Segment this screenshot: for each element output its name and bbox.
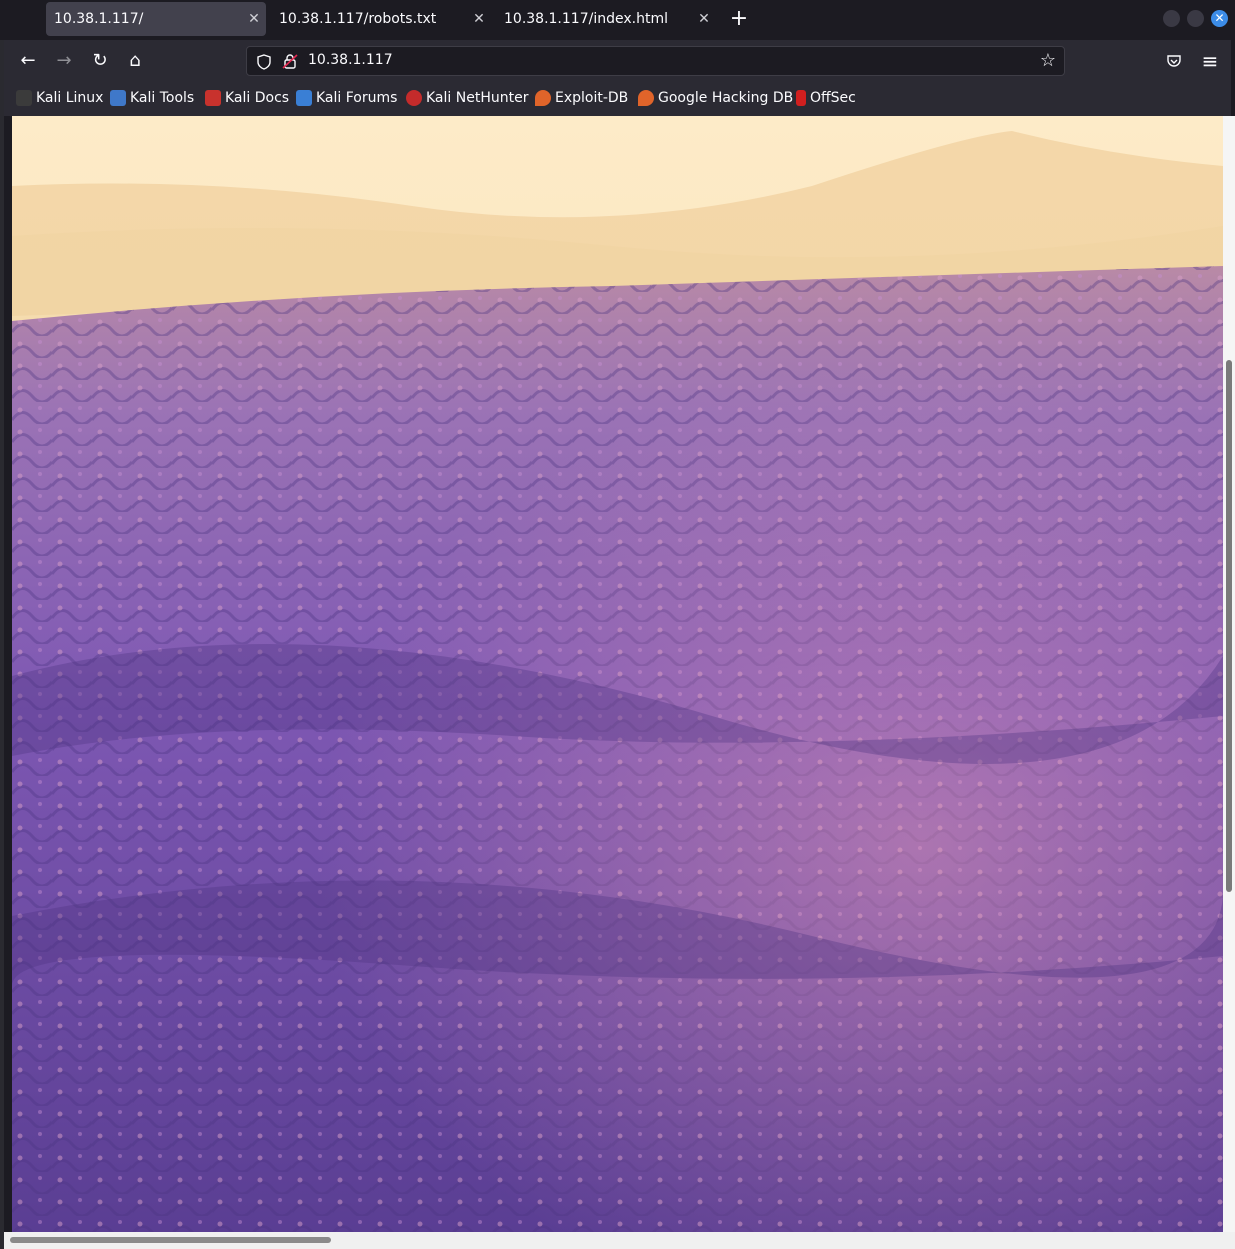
forward-arrow-icon[interactable]: → (53, 50, 75, 72)
window-close-button[interactable]: ✕ (1211, 10, 1228, 27)
bookmark-star-icon[interactable]: ☆ (1040, 50, 1056, 71)
bookmark-offsec[interactable]: OffSec (796, 90, 856, 106)
home-icon[interactable]: ⌂ (124, 50, 146, 72)
bookmark-label: Kali Linux (36, 90, 104, 106)
bookmark-label: Kali Docs (225, 90, 290, 106)
tab-title: 10.38.1.117/ (54, 11, 144, 27)
bookmark-label: OffSec (810, 90, 856, 106)
minimize-button[interactable] (1163, 10, 1180, 27)
bookmark-kali-forums[interactable]: Kali Forums (296, 90, 397, 106)
tab-2[interactable]: 10.38.1.117/robots.txt ✕ (271, 2, 491, 36)
back-arrow-icon[interactable]: ← (17, 50, 39, 72)
kali-nethunter-icon (406, 90, 422, 106)
offsec-icon (796, 90, 806, 106)
kali-dragon-icon (16, 90, 32, 106)
exploit-db-icon (535, 90, 551, 106)
bookmarks-toolbar: Kali Linux Kali Tools Kali Docs Kali For… (4, 82, 1231, 116)
horizontal-scroll-thumb[interactable] (10, 1237, 331, 1243)
pocket-icon[interactable] (1166, 53, 1182, 69)
tab-3[interactable]: 10.38.1.117/index.html ✕ (496, 2, 716, 36)
url-text: 10.38.1.117 (308, 52, 393, 68)
tab-title: 10.38.1.117/robots.txt (279, 11, 437, 27)
bookmark-exploit-db[interactable]: Exploit-DB (535, 90, 628, 106)
lavender-field-image (12, 116, 1223, 1232)
shield-icon[interactable] (256, 54, 272, 70)
bookmark-google-hacking-db[interactable]: Google Hacking DB (638, 90, 793, 106)
kali-tools-icon (110, 90, 126, 106)
vertical-scrollbar[interactable] (1223, 116, 1235, 1232)
bookmark-kali-tools[interactable]: Kali Tools (110, 90, 194, 106)
tab-title: 10.38.1.117/index.html (504, 11, 668, 27)
close-tab-icon[interactable]: ✕ (467, 11, 491, 27)
close-tab-icon[interactable]: ✕ (692, 11, 716, 27)
page-content (12, 116, 1223, 1232)
url-bar[interactable]: 10.38.1.117 ☆ (246, 46, 1065, 76)
insecure-lock-icon[interactable] (282, 53, 298, 70)
bookmark-kali-docs[interactable]: Kali Docs (205, 90, 289, 106)
window-border (0, 40, 4, 1249)
bookmark-kali-nethunter[interactable]: Kali NetHunter (406, 90, 528, 106)
bookmark-label: Kali NetHunter (426, 90, 529, 106)
tab-strip: 10.38.1.117/ ✕ 10.38.1.117/robots.txt ✕ … (0, 0, 1235, 40)
navigation-toolbar: ← → ↻ ⌂ 10.38.1.117 ☆ ≡ (4, 40, 1231, 82)
bookmark-label: Kali Tools (130, 90, 195, 106)
ghdb-icon (638, 90, 654, 106)
bookmark-label: Exploit-DB (555, 90, 629, 106)
vertical-scroll-thumb[interactable] (1226, 360, 1232, 892)
bookmark-kali-linux[interactable]: Kali Linux (16, 90, 103, 106)
hamburger-menu-icon[interactable]: ≡ (1199, 50, 1221, 72)
reload-icon[interactable]: ↻ (89, 50, 111, 72)
tab-1[interactable]: 10.38.1.117/ ✕ (46, 2, 266, 36)
horizontal-scrollbar[interactable] (4, 1232, 1235, 1249)
maximize-button[interactable] (1187, 10, 1204, 27)
kali-docs-icon (205, 90, 221, 106)
close-tab-icon[interactable]: ✕ (242, 11, 266, 27)
new-tab-button[interactable]: + (726, 6, 752, 32)
bookmark-label: Kali Forums (316, 90, 398, 106)
bookmark-label: Google Hacking DB (658, 90, 794, 106)
kali-forums-icon (296, 90, 312, 106)
